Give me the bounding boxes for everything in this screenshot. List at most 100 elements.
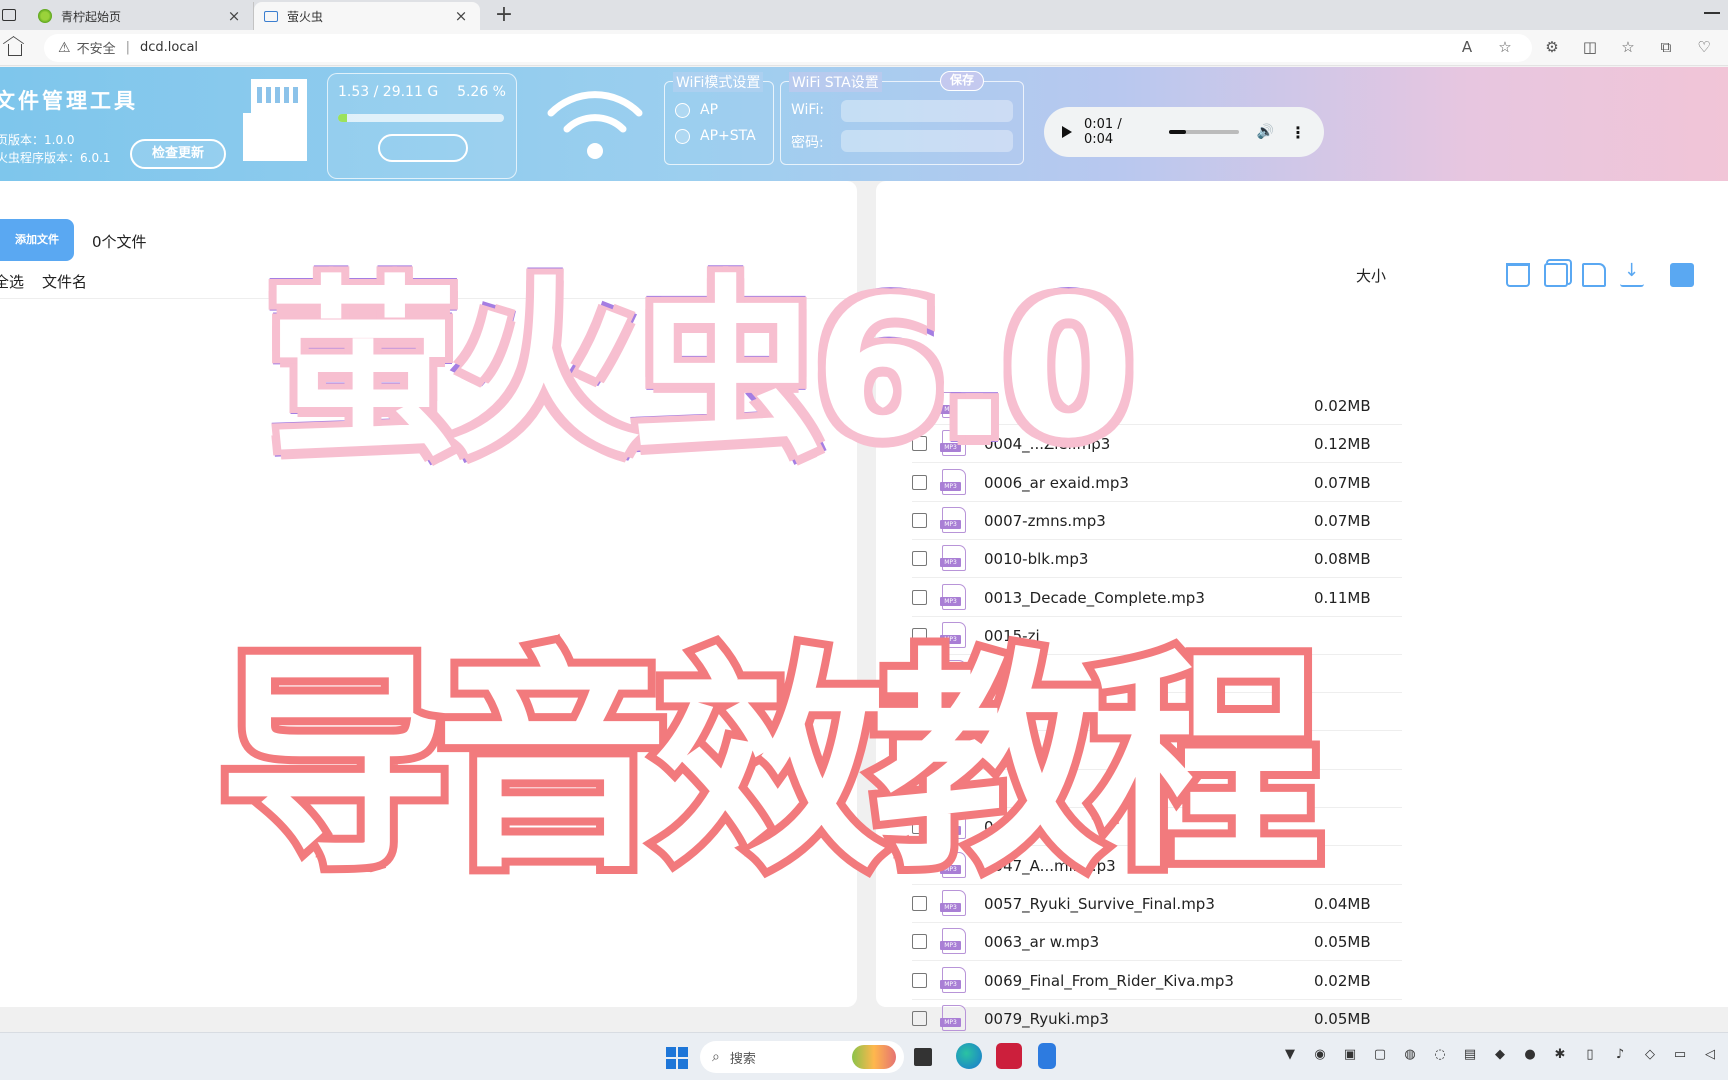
save-wifi-button[interactable]: 保存 [940, 71, 984, 91]
file-size: 0.04MB [1314, 894, 1371, 913]
file-name[interactable]: 0063_ar w.mp3 [984, 933, 1099, 951]
home-icon[interactable] [8, 43, 22, 56]
windows-start-icon[interactable] [666, 1047, 688, 1069]
file-checkbox[interactable] [912, 551, 927, 567]
radio-ap[interactable]: AP [675, 102, 718, 118]
favorite-star-icon[interactable]: ☆ [1496, 38, 1514, 56]
tab-qingning[interactable]: 青柠起始页 × [28, 2, 254, 30]
select-all[interactable]: 全选 [0, 271, 24, 292]
tray-steam-icon[interactable]: ◍ [1402, 1047, 1418, 1062]
file-checkbox[interactable] [912, 512, 927, 528]
file-checkbox[interactable] [912, 972, 927, 988]
new-tab-button[interactable]: + [492, 2, 516, 27]
favorites-icon[interactable]: ☆ [1619, 38, 1637, 56]
minimize-icon[interactable] [1704, 12, 1720, 14]
file-actions [1506, 260, 1694, 287]
file-checkbox[interactable] [912, 1010, 927, 1026]
mp3-file-icon: MP3 [940, 545, 966, 572]
notepad-icon[interactable] [1038, 1043, 1056, 1069]
mp3-file-icon: MP3 [940, 506, 966, 533]
tray-app-icon[interactable]: ◇ [1642, 1047, 1658, 1062]
file-name[interactable]: 0079_Ryuki.mp3 [984, 1010, 1109, 1028]
radio-button[interactable] [675, 128, 690, 144]
storage-used: 1.53 / 29.11 G [338, 84, 439, 100]
tab-firefly[interactable]: 萤火虫 × [254, 2, 480, 30]
more-options-icon[interactable]: ⋮ [1290, 123, 1306, 142]
tray-vue-icon[interactable]: ▼ [1282, 1047, 1298, 1062]
file-checkbox[interactable] [912, 934, 927, 950]
file-name[interactable]: 0007-zmns.mp3 [984, 512, 1106, 530]
mp3-badge: MP3 [940, 941, 961, 951]
tray-app-icon[interactable]: ◆ [1492, 1047, 1508, 1062]
tab-actions-icon[interactable] [2, 9, 16, 21]
search-icon: ⌕ [712, 1049, 720, 1065]
tray-app-icon[interactable]: ▣ [1342, 1047, 1358, 1062]
mp3-file-icon: MP3 [940, 966, 966, 993]
extensions-icon[interactable]: ⚙ [1543, 38, 1561, 56]
tray-app-icon[interactable]: ◌ [1432, 1047, 1448, 1062]
play-icon[interactable] [1062, 126, 1072, 138]
wifi-sta-settings: WiFi STA设置 WiFi: 密码: [780, 72, 1024, 165]
tray-app-icon[interactable]: ▤ [1462, 1047, 1478, 1062]
tray-volume-icon[interactable]: ◁ [1702, 1047, 1718, 1062]
file-name[interactable]: 0069_Final_From_Rider_Kiva.mp3 [984, 972, 1234, 990]
browser-essentials-icon[interactable]: ♡ [1695, 38, 1713, 56]
close-tab-icon[interactable]: × [225, 7, 243, 25]
search-placeholder: 搜索 [729, 1051, 756, 1067]
file-row[interactable]: MP3 0007-zmns.mp3 0.07MB [912, 502, 1402, 540]
volume-icon[interactable]: 🔊 [1257, 124, 1274, 140]
close-tab-icon[interactable]: × [452, 7, 470, 25]
file-count: 0个文件 [92, 233, 147, 251]
file-row[interactable]: MP3 0010-blk.mp3 0.08MB [912, 540, 1402, 579]
move-icon[interactable] [1582, 263, 1606, 287]
audio-seek-fill [1168, 130, 1187, 134]
app-icon[interactable] [996, 1043, 1022, 1069]
radio-ap-sta[interactable]: AP+STA [675, 128, 756, 144]
collections-icon[interactable]: ⧉ [1657, 38, 1675, 56]
task-view-icon[interactable] [914, 1048, 932, 1066]
wifi-ssid-input[interactable] [841, 100, 1013, 122]
tray-usb-icon[interactable]: ▯ [1582, 1047, 1598, 1062]
tray-mic-icon[interactable]: ♪ [1612, 1047, 1628, 1062]
read-aloud-icon[interactable]: A [1458, 38, 1476, 56]
mp3-file-icon: MP3 [940, 928, 966, 955]
radio-button[interactable] [675, 102, 690, 118]
tray-app-icon[interactable]: ▢ [1372, 1047, 1388, 1062]
storage-action-button[interactable] [378, 134, 468, 162]
split-screen-icon[interactable]: ◫ [1581, 38, 1599, 56]
tab-strip: 青柠起始页 × 萤火虫 × + [0, 0, 1728, 30]
mp3-badge: MP3 [940, 519, 961, 529]
file-size: 0.02MB [1314, 971, 1371, 990]
tray-app-icon[interactable]: ◉ [1312, 1047, 1328, 1062]
new-folder-icon[interactable] [1670, 263, 1694, 287]
taskbar-search[interactable]: ⌕ 搜索 [700, 1041, 904, 1073]
security-label[interactable]: 不安全 [77, 38, 116, 57]
file-row[interactable]: MP3 0063_ar w.mp3 0.05MB [912, 923, 1402, 962]
tab-title: 青柠起始页 [61, 9, 122, 24]
audio-seek-bar[interactable] [1168, 130, 1239, 134]
filename-header: 文件名 [42, 273, 88, 291]
firmware-version: 火虫程序版本：6.0.1 [0, 151, 111, 165]
download-icon[interactable] [1620, 260, 1644, 287]
file-name[interactable]: 0010-blk.mp3 [984, 550, 1088, 568]
copy-icon[interactable] [1544, 263, 1568, 287]
edge-browser-icon[interactable] [956, 1043, 982, 1069]
add-file-button[interactable]: 添加文件 [0, 219, 74, 261]
delete-icon[interactable] [1506, 263, 1530, 287]
mp3-badge: MP3 [940, 558, 961, 568]
audio-time: 0:01 / 0:04 [1084, 117, 1122, 147]
file-size: 0.11MB [1314, 588, 1371, 607]
url-text[interactable]: dcd.local [140, 40, 198, 55]
warning-icon[interactable]: ⚠ [58, 40, 71, 56]
file-row[interactable]: MP3 0069_Final_From_Rider_Kiva.mp3 0.02MB [912, 962, 1402, 1000]
address-bar[interactable]: ⚠ 不安全 | dcd.local [44, 33, 1532, 62]
file-size: 0.07MB [1314, 473, 1371, 492]
tray-display-icon[interactable]: ▭ [1672, 1047, 1688, 1062]
wifi-password-input[interactable] [841, 130, 1013, 152]
check-update-button[interactable]: 检查更新 [130, 139, 226, 169]
tray-app-icon[interactable]: ● [1522, 1047, 1538, 1062]
tray-app-icon[interactable]: ✱ [1552, 1047, 1568, 1062]
app-header: 文件管理工具 页版本：1.0.0 火虫程序版本：6.0.1 检查更新 1.53 … [0, 67, 1728, 181]
file-row[interactable]: MP3 0079_Ryuki.mp3 0.05MB [912, 1000, 1402, 1032]
wifi-icon [547, 91, 643, 159]
